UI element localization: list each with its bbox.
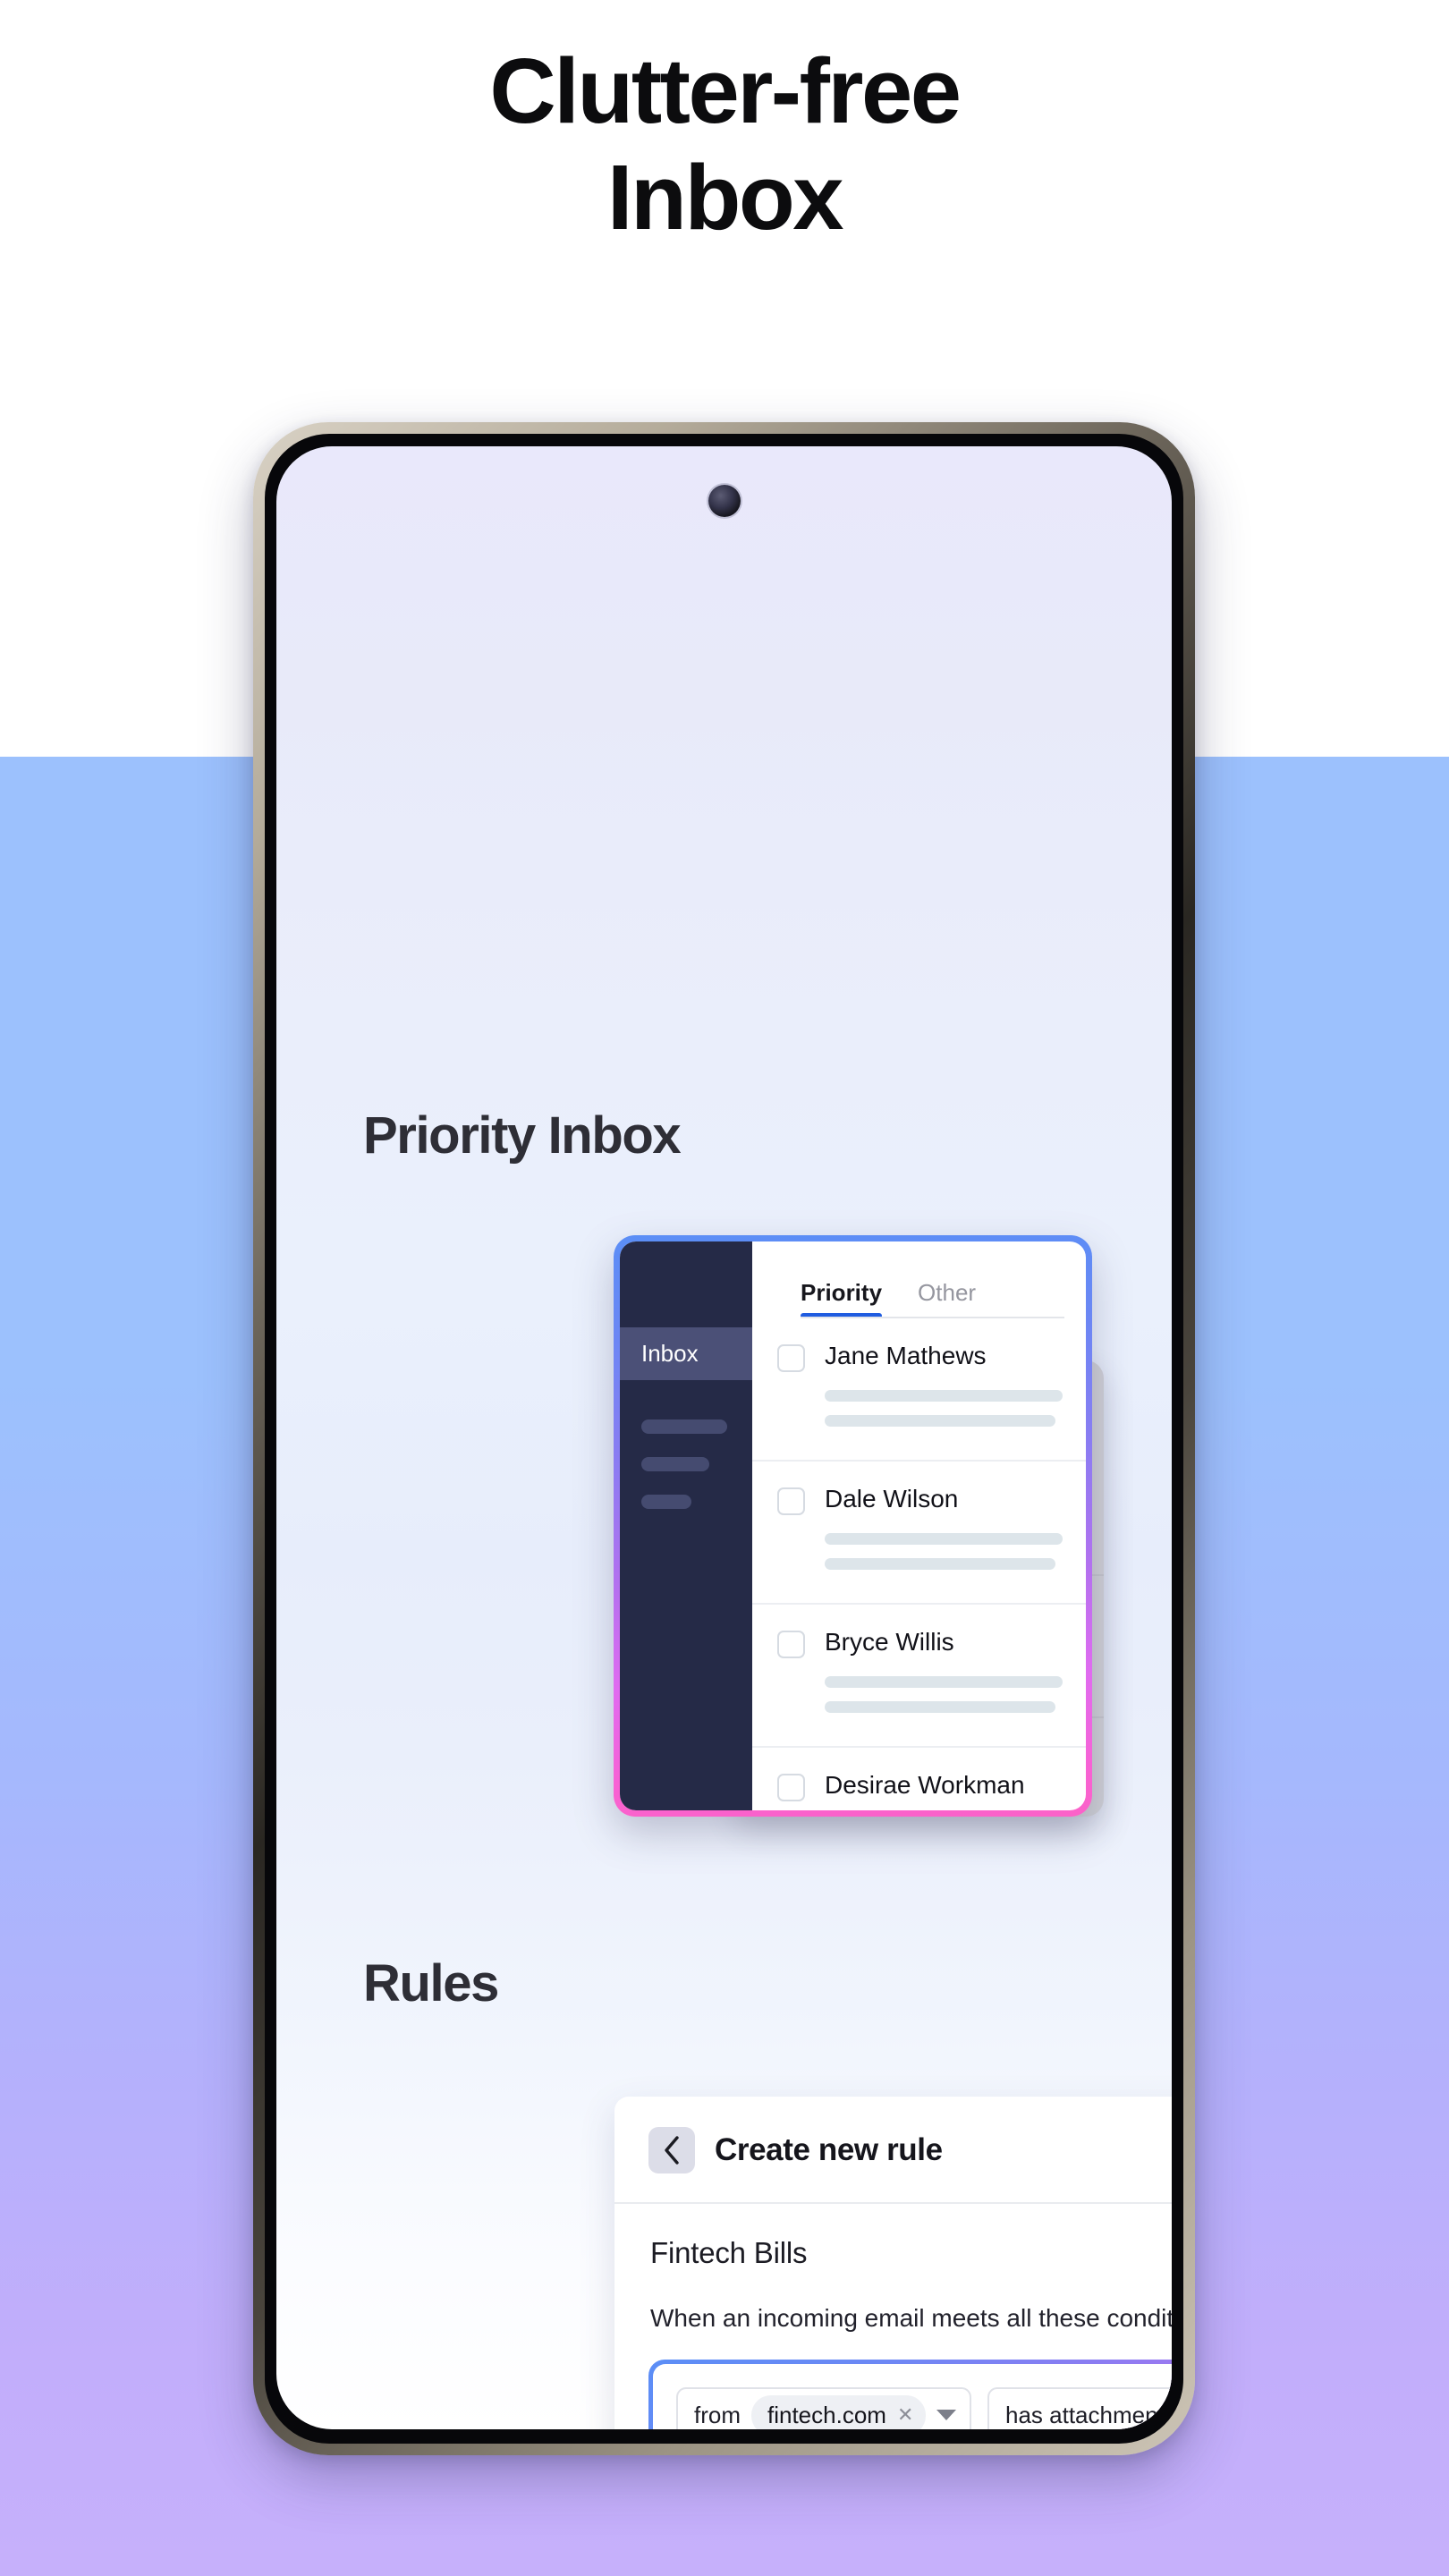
checkbox-unchecked-icon[interactable] xyxy=(777,1344,805,1372)
skeleton-line xyxy=(825,1676,1063,1688)
priority-tab-card[interactable]: Inbox Priority Other Jane Mathews Dale W… xyxy=(614,1235,1092,1817)
front-camera-icon xyxy=(708,485,741,517)
page-title: Create new rule xyxy=(715,2132,943,2167)
mail-sidebar: Inbox xyxy=(620,1241,752,1810)
skeleton-line xyxy=(825,1390,1063,1402)
table-row[interactable]: Desirae Workman xyxy=(752,1748,1086,1810)
table-row[interactable]: Jane Mathews xyxy=(752,1318,1086,1462)
condition-operator-label: has attachment xyxy=(1005,2401,1165,2428)
table-row[interactable]: Bryce Willis xyxy=(752,1605,1086,1748)
skeleton-line xyxy=(641,1457,709,1471)
chevron-left-icon[interactable] xyxy=(648,2127,695,2174)
rule-name-label: Fintech Bills xyxy=(650,2236,808,2269)
condition-value-chip[interactable]: fintech.com ✕ xyxy=(751,2394,927,2429)
screenshot-root: Clutter-free Inbox Priority Inbox Priori… xyxy=(0,0,1449,2576)
condition-row: from fintech.com ✕ has attachment xyxy=(676,2387,1172,2429)
phone-bezel: Priority Inbox Priority Other LinkedIn xyxy=(265,434,1183,2444)
skeleton-line xyxy=(641,1419,727,1434)
checkbox-unchecked-icon[interactable] xyxy=(777,1631,805,1658)
mail-list-pane: Priority Other Jane Mathews Dale Wilson … xyxy=(752,1241,1086,1810)
tab-other[interactable]: Other xyxy=(918,1279,976,1318)
rules-heading: Rules xyxy=(363,1954,499,2012)
row-content: Desirae Workman xyxy=(825,1771,1063,1810)
conditions-group: from fintech.com ✕ has attachment xyxy=(648,2360,1172,2429)
rule-description: When an incoming email meets all these c… xyxy=(650,2304,1172,2332)
page-headline: Clutter-free Inbox xyxy=(489,39,962,250)
skeleton-line xyxy=(825,1701,1056,1713)
chevron-down-icon[interactable] xyxy=(936,2410,957,2420)
skeleton-line xyxy=(825,1558,1056,1570)
condition-operator-select[interactable]: has attachment xyxy=(987,2387,1172,2429)
row-content: Dale Wilson xyxy=(825,1485,1063,1583)
phone-screen: Priority Inbox Priority Other LinkedIn xyxy=(276,446,1172,2429)
tab-priority[interactable]: Priority xyxy=(801,1279,883,1318)
skeleton-line xyxy=(825,1533,1063,1545)
priority-card-inner: Inbox Priority Other Jane Mathews Dale W… xyxy=(620,1241,1086,1810)
sidebar-item-inbox[interactable]: Inbox xyxy=(620,1327,752,1380)
checkbox-unchecked-icon[interactable] xyxy=(777,1774,805,1801)
sidebar-placeholder-items xyxy=(620,1380,752,1509)
skeleton-line xyxy=(825,1415,1056,1427)
condition-field-select[interactable]: from fintech.com ✕ xyxy=(676,2387,971,2429)
priority-inbox-heading: Priority Inbox xyxy=(363,1106,682,1165)
checkbox-unchecked-icon[interactable] xyxy=(777,1487,805,1515)
phone-device-frame: Priority Inbox Priority Other LinkedIn xyxy=(253,422,1195,2455)
tab-divider xyxy=(801,1317,1064,1318)
email-sender: Bryce Willis xyxy=(825,1628,954,1656)
create-rule-header: Create new rule xyxy=(614,2097,1172,2204)
email-sender: Dale Wilson xyxy=(825,1485,959,1513)
table-row[interactable]: Dale Wilson xyxy=(752,1462,1086,1605)
row-content: Bryce Willis xyxy=(825,1628,1063,1726)
condition-field-label: from xyxy=(694,2401,741,2428)
email-sender: Desirae Workman xyxy=(825,1771,1025,1799)
conditions-group-inner: from fintech.com ✕ has attachment xyxy=(653,2364,1172,2429)
create-rule-card: Create new rule Fintech Bills When an in… xyxy=(614,2097,1172,2429)
priority-card-tabs: Priority Other xyxy=(752,1241,1086,1318)
email-sender: Jane Mathews xyxy=(825,1342,987,1369)
skeleton-line xyxy=(641,1495,691,1509)
chip-label: fintech.com xyxy=(767,2401,886,2428)
close-x-icon[interactable]: ✕ xyxy=(897,2403,913,2427)
row-content: Jane Mathews xyxy=(825,1342,1063,1440)
